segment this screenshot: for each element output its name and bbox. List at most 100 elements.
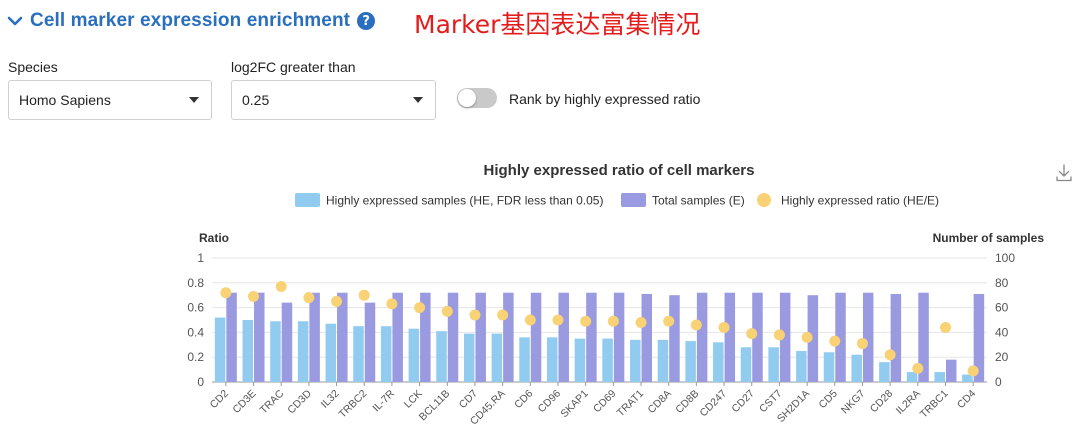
legend-he-swatch[interactable] (295, 193, 320, 207)
section-header[interactable]: Cell marker expression enrichment ? (6, 6, 376, 36)
bar-he-TRBC1 (934, 372, 945, 382)
legend-ratio-swatch[interactable] (757, 193, 771, 207)
bar-total-CD69 (613, 292, 625, 382)
bar-he-IL-7R (380, 326, 392, 382)
dot-ratio-CD5 (829, 335, 841, 347)
dot-ratio-SKAP1 (580, 315, 592, 327)
bar-he-TRAC (270, 321, 281, 382)
dot-ratio-CD3E (248, 290, 260, 302)
dot-ratio-NKG7 (856, 338, 868, 350)
log2fc-label: log2FC greater than (231, 59, 356, 75)
species-value: Homo Sapiens (19, 92, 111, 108)
right-tick-label: 80 (995, 276, 1009, 290)
toggle-knob (458, 89, 476, 107)
bar-total-CD96 (558, 292, 569, 382)
right-tick-label: 40 (995, 325, 1009, 339)
dot-ratio-TRAT1 (635, 316, 647, 328)
right-axis-label: Number of samples (933, 231, 1045, 245)
bar-total-CD7 (475, 292, 486, 382)
bar-total-TRBC2 (364, 302, 376, 382)
left-tick-label: 0.2 (187, 350, 204, 364)
bar-he-CD45.RA (491, 333, 503, 382)
bar-he-IL2RA (906, 372, 918, 382)
x-tick-label: CD3D (285, 387, 314, 416)
bar-total-SKAP1 (586, 292, 597, 382)
dot-ratio-CD45.RA (497, 309, 509, 321)
species-label: Species (8, 59, 58, 75)
x-tick-label: CD5 (817, 388, 840, 411)
chevron-down-icon[interactable] (6, 12, 24, 30)
bar-he-CD5 (823, 352, 835, 382)
bar-total-CD45.RA (503, 292, 514, 382)
bar-total-TRAC (281, 302, 293, 382)
legend-total-label[interactable]: Total samples (E) (652, 194, 745, 208)
dot-ratio-IL2RA (912, 362, 924, 374)
dot-ratio-LCK (414, 302, 426, 314)
rank-toggle-label: Rank by highly expressed ratio (509, 91, 701, 107)
dot-ratio-CD8A (663, 315, 675, 327)
left-axis-ticks: 0 0.2 0.4 0.6 0.8 1 (187, 251, 204, 389)
bar-he-CD3D (297, 321, 309, 382)
bar-he-CD247 (713, 342, 724, 382)
x-tick-label: CD28 (868, 388, 896, 416)
x-tick-label: CD6 (512, 388, 535, 411)
legend-ratio-label[interactable]: Highly expressed ratio (HE/E) (781, 194, 939, 208)
bar-total-CD8A (669, 295, 680, 382)
x-tick-label: IL32 (319, 388, 342, 411)
bars (214, 292, 985, 382)
bar-he-SH2D1A (796, 351, 807, 382)
legend-total-swatch[interactable] (621, 193, 646, 207)
dot-ratio-CD3D (303, 292, 315, 304)
x-tick-label: NKG7 (839, 388, 868, 417)
dot-ratio-CD8B (690, 319, 702, 331)
dot-ratio-CD27 (746, 328, 758, 340)
help-icon[interactable]: ? (357, 12, 376, 30)
bar-he-CD2 (214, 317, 226, 382)
bar-he-TRBC2 (353, 326, 364, 382)
x-tick-label: CD27 (729, 388, 757, 416)
left-tick-label: 0 (197, 375, 204, 389)
x-tick-label: CD8A (646, 388, 674, 416)
dot-ratio-CD7 (469, 309, 481, 321)
bar-total-NKG7 (862, 292, 874, 382)
bar-total-CD6 (530, 292, 542, 382)
bar-total-CD28 (890, 293, 902, 382)
right-tick-label: 0 (995, 375, 1002, 389)
bar-he-CD8B (685, 341, 696, 382)
bar-he-CD7 (463, 333, 475, 382)
dot-ratio-TRBC2 (358, 289, 370, 301)
bar-he-CD3E (242, 320, 254, 382)
bar-he-CD8A (657, 339, 669, 382)
dot-ratio-TRAC (275, 281, 287, 293)
rank-toggle[interactable] (457, 88, 497, 108)
bar-he-NKG7 (851, 354, 862, 382)
bar-total-CD3D (309, 292, 320, 382)
dot-ratio-CD28 (884, 349, 896, 361)
species-select[interactable]: Homo Sapiens (8, 80, 212, 120)
bar-he-TRAT1 (630, 339, 641, 382)
bar-total-CD2 (226, 292, 237, 382)
log2fc-select[interactable]: 0.25 (231, 80, 436, 120)
left-tick-label: 1 (197, 251, 204, 265)
chart-title: Highly expressed ratio of cell markers (484, 162, 755, 179)
bar-he-LCK (408, 328, 420, 382)
x-tick-label: LCK (402, 388, 425, 411)
cell-marker-chart: Highly expressed ratio of cell markers H… (187, 162, 1045, 427)
dot-ratio-CD6 (524, 314, 536, 326)
x-tick-label: SKAP1 (558, 388, 591, 421)
legend-he-label[interactable]: Highly expressed samples (HE, FDR less t… (326, 194, 603, 208)
bar-total-TRAT1 (641, 293, 653, 382)
bar-he-CD27 (740, 347, 752, 382)
x-tick-label: CD4 (955, 388, 978, 411)
left-tick-label: 0.4 (187, 325, 204, 339)
right-tick-label: 100 (995, 251, 1015, 265)
bar-total-CD247 (724, 292, 736, 382)
right-tick-label: 20 (995, 350, 1009, 364)
x-tick-label: TRAT1 (615, 388, 647, 420)
left-axis-label: Ratio (199, 231, 229, 245)
chinese-annotation: Marker基因表达富集情况 (414, 10, 701, 39)
x-tick-label: TRBC1 (918, 388, 951, 421)
right-tick-label: 60 (995, 301, 1009, 315)
x-tick-label: TRBC2 (337, 388, 370, 421)
bar-he-CD96 (546, 337, 558, 382)
